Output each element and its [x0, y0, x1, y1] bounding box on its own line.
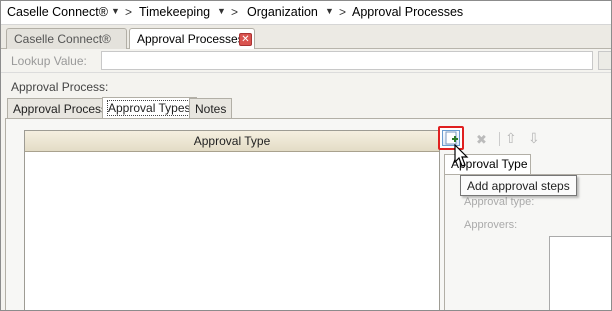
app-window: Caselle Connect® ▼ > Timekeeping ▼ > Org… [0, 0, 612, 311]
approvers-list[interactable] [549, 236, 611, 310]
breadcrumb-organization[interactable]: Organization [247, 5, 318, 19]
arrow-down-icon[interactable]: ⇩ [528, 130, 540, 147]
chevron-down-icon[interactable]: ▼ [217, 6, 226, 16]
lookup-input[interactable] [101, 51, 593, 70]
mouse-cursor-icon [454, 144, 469, 167]
breadcrumb-separator: > [339, 5, 347, 19]
approvers-field-label: Approvers: [464, 219, 518, 231]
breadcrumb-timekeeping[interactable]: Timekeeping [139, 5, 210, 19]
approval-type-field-label: Approval type: [464, 196, 535, 208]
approval-types-pane: Approval Type ✖ ⇧ ⇩ Approval Type Approv… [5, 118, 611, 310]
chevron-down-icon[interactable]: ▼ [111, 6, 120, 16]
approval-process-label: Approval Process: [11, 80, 109, 94]
breadcrumb-caselle-connect[interactable]: Caselle Connect® [7, 5, 108, 19]
breadcrumb-approval-processes[interactable]: Approval Processes [352, 5, 463, 19]
tooltip-add-approval-steps: Add approval steps [460, 175, 577, 196]
arrow-up-icon[interactable]: ⇧ [505, 130, 517, 147]
lookup-row: Lookup Value: [1, 49, 611, 73]
lookup-label: Lookup Value: [11, 54, 87, 68]
tab-approval-processes[interactable]: Approval Processes ✕ [129, 28, 255, 50]
tab-approval-types[interactable]: Approval Types [102, 97, 197, 118]
tab-label: Approval Processes [137, 32, 244, 46]
breadcrumb: Caselle Connect® ▼ > Timekeeping ▼ > Org… [1, 1, 611, 25]
breadcrumb-separator: > [231, 5, 239, 19]
lookup-button[interactable] [598, 51, 611, 70]
close-icon[interactable]: ✕ [239, 33, 252, 46]
breadcrumb-separator: > [125, 5, 133, 19]
toolbar-divider [499, 132, 500, 146]
tab-label: Caselle Connect® [14, 32, 111, 46]
delete-icon[interactable]: ✖ [476, 132, 487, 148]
approval-type-grid[interactable]: Approval Type [24, 130, 440, 310]
chevron-down-icon[interactable]: ▼ [325, 6, 334, 16]
tab-notes[interactable]: Notes [189, 98, 233, 118]
grid-header-approval-type[interactable]: Approval Type [25, 131, 439, 152]
tab-approval-process[interactable]: Approval Process [7, 98, 114, 118]
tab-caselle-connect[interactable]: Caselle Connect® [6, 28, 127, 49]
window-tab-bar: Caselle Connect® Approval Processes ✕ [1, 25, 611, 50]
